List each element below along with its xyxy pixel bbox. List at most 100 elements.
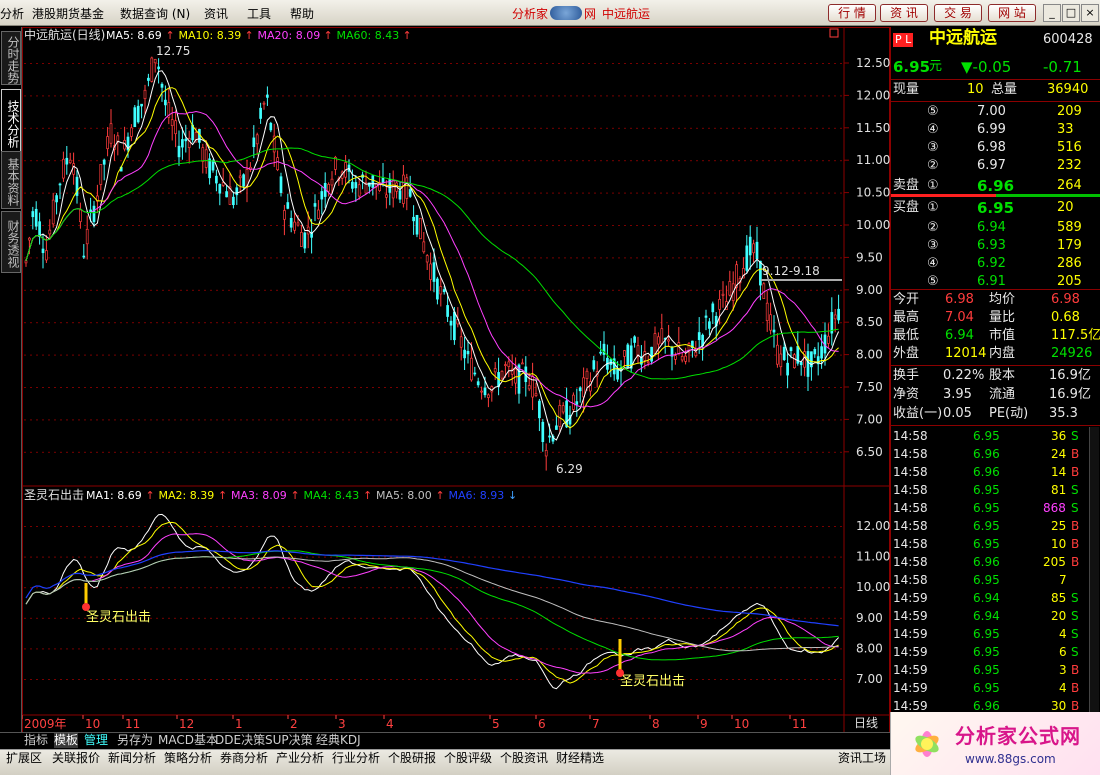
buy-level-index: ②: [927, 220, 939, 235]
cat-tab-rating[interactable]: 个股评级: [444, 750, 492, 766]
app-window: 分析 港股期货基金 数据查询 (N) 资讯 工具 帮助 分析家 网中远航运 行 情…: [0, 0, 1100, 775]
candle-body: [653, 333, 657, 355]
candle-body: [453, 311, 456, 341]
stat-label: 内盘: [989, 346, 1016, 361]
tick-side: S: [1071, 645, 1079, 659]
x-axis-label: 3: [338, 717, 346, 731]
tab-template[interactable]: 模板: [54, 733, 79, 748]
sell-level-row: ③ 6.98 516: [891, 139, 1100, 157]
tick-volume: 20: [1051, 609, 1067, 623]
candle-body: [500, 370, 504, 379]
candle-body: [164, 99, 167, 106]
stat-label: 换手: [893, 368, 920, 383]
candle-body: [459, 336, 463, 348]
menu-item-help[interactable]: 帮助: [290, 5, 314, 22]
candle-body: [575, 401, 579, 405]
tab-indicator[interactable]: 指标: [24, 733, 48, 748]
cat-tab-research[interactable]: 个股研报: [388, 750, 436, 766]
x-axis-label: 2: [290, 717, 298, 731]
candle-body: [684, 355, 687, 362]
kline-chart[interactable]: 12.50 12.00 11.50 11.00 10.50 10.00 9.50 9.00 8.…: [22, 27, 890, 733]
tab-kdj[interactable]: 经典KDJ: [316, 733, 361, 748]
candle-body: [181, 139, 184, 148]
quote-divider: [891, 365, 1100, 366]
website-button[interactable]: 网 站: [988, 4, 1036, 22]
legend-arrow: ↑: [218, 489, 227, 502]
side-tab-fundamentals[interactable]: 基本资料: [1, 151, 21, 209]
side-tab-technical[interactable]: 技术分析: [1, 89, 21, 155]
cat-tab-stock-news[interactable]: 个股资讯: [500, 750, 548, 766]
cat-tab-strategy[interactable]: 策略分析: [164, 750, 212, 766]
news-button[interactable]: 资 讯: [880, 4, 928, 22]
tick-scrollbar[interactable]: [1089, 427, 1099, 717]
tick-side: B: [1071, 519, 1080, 533]
stat-row: 今开 6.98 均价 6.98: [891, 291, 1100, 309]
cat-tab-news[interactable]: 新闻分析: [108, 750, 156, 766]
price-change: ▼-0.05: [961, 58, 1012, 76]
cat-tab-industry-chain[interactable]: 产业分析: [276, 750, 324, 766]
sell-level-index: ⑤: [927, 104, 939, 119]
sell-price: 6.97: [977, 158, 1006, 173]
tab-manage[interactable]: 管理: [84, 733, 108, 748]
cat-tab-ext[interactable]: 扩展区: [6, 750, 42, 766]
x-axis-label: 8: [652, 717, 660, 731]
tick-time: 14:58: [893, 537, 928, 551]
tick-side: B: [1071, 537, 1080, 551]
candle-body: [402, 174, 405, 204]
legend-arrow: ↑: [291, 489, 300, 502]
quote-header: P L 中远航运 600428: [891, 29, 1100, 49]
candle-body: [442, 289, 446, 293]
stat-value: 117.5亿: [1051, 328, 1100, 343]
candle-body: [269, 122, 273, 131]
candle-body: [225, 191, 228, 198]
candle-body: [232, 196, 235, 206]
sell-price: 6.98: [977, 140, 1006, 155]
menu-item-analysis[interactable]: 分析: [0, 5, 24, 22]
tab-sup[interactable]: SUP决策: [265, 733, 313, 748]
stat-label: 最高: [893, 310, 920, 325]
candle-body: [786, 362, 789, 376]
candle-body: [211, 160, 215, 171]
buy-price: 6.92: [977, 256, 1006, 271]
tick-time: 14:59: [893, 591, 928, 605]
stat-value: 7.04: [945, 310, 974, 325]
legend-arrow: ↑: [146, 489, 155, 502]
tick-row: 14:59 6.95 4 S: [891, 625, 1100, 643]
close-icon[interactable]: ×: [1081, 4, 1099, 22]
cat-tab-related[interactable]: 关联报价: [52, 750, 100, 766]
minimize-icon[interactable]: _: [1043, 4, 1061, 22]
candle-body: [480, 390, 483, 393]
menu-item-news[interactable]: 资讯: [204, 5, 228, 22]
candle-body: [789, 347, 793, 352]
maximize-icon[interactable]: □: [1062, 4, 1080, 22]
candle-body: [793, 354, 796, 369]
stat-row: 外盘 12014 内盘 24926: [891, 345, 1100, 363]
tick-row: 14:59 6.95 6 S: [891, 643, 1100, 661]
candle-body: [313, 203, 317, 207]
cat-tab-finance[interactable]: 财经精选: [556, 750, 604, 766]
tab-save-as[interactable]: 另存为: [117, 733, 153, 748]
trade-button[interactable]: 交 易: [934, 4, 982, 22]
window-title-stock: 中远航运: [602, 7, 651, 21]
tick-price: 6.95: [973, 501, 1000, 515]
tab-macd[interactable]: MACD基本: [158, 733, 218, 748]
cat-tab-broker[interactable]: 券商分析: [220, 750, 268, 766]
side-tab-intraday[interactable]: 分时走势: [1, 31, 21, 85]
candle-body: [446, 305, 449, 317]
cat-tab-info-workshop[interactable]: 资讯工场: [838, 750, 886, 766]
indicator-panel-title: 圣灵石出击: [24, 488, 84, 502]
candle-body: [327, 184, 330, 192]
period-label[interactable]: 日线: [854, 716, 878, 730]
cat-tab-sector[interactable]: 行业分析: [332, 750, 380, 766]
candle-body: [330, 178, 334, 186]
candle-body: [544, 450, 548, 457]
candle-body: [755, 241, 759, 260]
menu-item-data-query[interactable]: 数据查询 (N): [120, 5, 190, 22]
side-tab-financials[interactable]: 财务透视: [1, 211, 21, 273]
tab-dde[interactable]: DDE决策: [215, 733, 265, 748]
menu-item-tools[interactable]: 工具: [247, 5, 271, 22]
candle-body: [541, 421, 545, 443]
tick-row: 14:59 6.95 4 B: [891, 679, 1100, 697]
quote-button[interactable]: 行 情: [828, 4, 876, 22]
menu-item-hk-futures[interactable]: 港股期货基金: [32, 5, 104, 22]
